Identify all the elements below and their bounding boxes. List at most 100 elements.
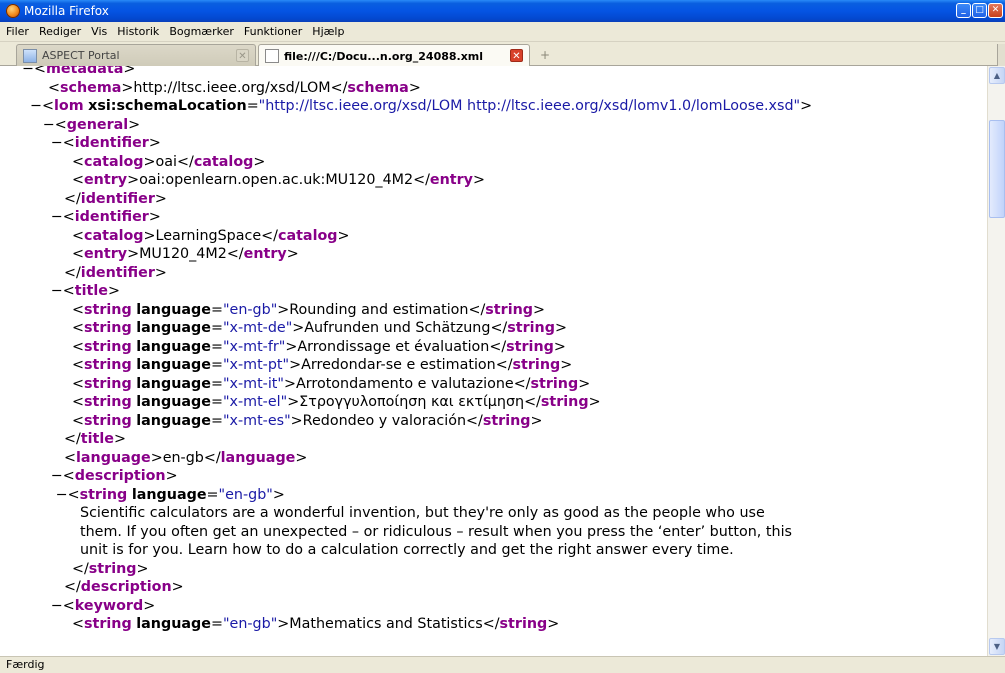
menu-hjaelp[interactable]: Hjælp: [307, 25, 349, 38]
scroll-thumb[interactable]: [989, 120, 1005, 218]
xml-text: http://ltsc.ieee.org/xsd/LOM: [133, 79, 331, 96]
close-window-button[interactable]: ✕: [988, 3, 1003, 18]
xml-line: −<identifier>: [50, 209, 161, 225]
xml-tag-name: catalog: [83, 227, 144, 244]
xml-tag-name: string: [512, 357, 561, 373]
vertical-scrollbar[interactable]: ▲ ▼: [987, 66, 1005, 656]
xml-tag-name: catalog: [277, 227, 338, 244]
xml-line: <schema>http://ltsc.ieee.org/xsd/LOM</sc…: [48, 79, 421, 96]
xml-text: Redondeo y valoración: [302, 412, 467, 429]
xml-tag-name: description: [74, 468, 166, 484]
xml-attribute-name: language: [136, 338, 211, 355]
xml-line: −<metadata>: [22, 66, 135, 78]
menu-funktioner[interactable]: Funktioner: [239, 25, 307, 38]
xml-line: <string language="x-mt-fr">Arrondissage …: [72, 338, 566, 355]
xml-line: <entry>oai:openlearn.open.ac.uk:MU120_4M…: [72, 172, 485, 188]
minimize-button[interactable]: _: [956, 3, 971, 18]
scroll-down-icon[interactable]: ▼: [989, 638, 1005, 655]
xml-text: Mathematics and Statistics: [289, 616, 483, 632]
collapse-toggle-icon[interactable]: −: [51, 209, 63, 225]
menu-filer[interactable]: Filer: [0, 25, 34, 38]
xml-tag-name: string: [507, 320, 555, 336]
xml-attribute-value: "x-mt-de": [222, 320, 293, 336]
xml-tag-name: string: [83, 412, 132, 429]
xml-line: Scientific calculators are a wonderful i…: [80, 504, 765, 522]
xml-line: <language>en-gb</language>: [64, 449, 308, 466]
xml-text: Scientific calculators are a wonderful i…: [80, 505, 765, 521]
xml-line: <catalog>LearningSpace</catalog>: [72, 227, 350, 244]
xml-text: Arredondar-se e estimation: [301, 357, 496, 373]
xml-tag-name: string: [83, 616, 132, 632]
xml-line: <string language="en-gb">Rounding and es…: [72, 301, 545, 318]
xml-attribute-name: language: [136, 375, 211, 392]
collapse-toggle-icon[interactable]: −: [56, 487, 68, 503]
xml-text: oai: [155, 153, 178, 170]
collapse-toggle-icon[interactable]: −: [22, 66, 34, 77]
tab-scroll-right-button[interactable]: [997, 44, 1005, 66]
tab-strip: ASPECT Portal ✕ file:///C:/Docu...n.org_…: [0, 42, 1005, 67]
xml-line: </identifier>: [64, 190, 167, 207]
maximize-button[interactable]: □: [972, 3, 987, 18]
menu-rediger[interactable]: Rediger: [34, 25, 86, 38]
xml-tag-name: catalog: [193, 153, 254, 170]
collapse-toggle-icon[interactable]: −: [51, 135, 63, 151]
close-tab-icon[interactable]: ✕: [510, 49, 523, 62]
xml-line: </description>: [64, 579, 184, 595]
collapse-toggle-icon[interactable]: −: [51, 598, 63, 614]
xml-tag-name: string: [485, 301, 534, 318]
xml-tag-name: language: [220, 449, 296, 466]
collapse-toggle-icon[interactable]: −: [51, 468, 63, 484]
scroll-up-icon[interactable]: ▲: [989, 67, 1005, 84]
window-controls: _ □ ✕: [956, 3, 1003, 18]
xml-tag-name: description: [80, 579, 172, 595]
xml-text: Arrotondamento e valutazione: [295, 375, 514, 392]
xml-tag-name: string: [530, 375, 579, 392]
menu-bogmaerker[interactable]: Bogmærker: [164, 25, 239, 38]
tab-xml-file[interactable]: file:///C:/Docu...n.org_24088.xml ✕: [258, 44, 530, 67]
xml-line: </string>: [72, 560, 149, 577]
xml-tag-name: language: [75, 449, 151, 466]
xml-tag-name: string: [540, 394, 589, 410]
xml-attribute-name: language: [136, 412, 211, 429]
xml-text: Aufrunden und Schätzung: [304, 320, 491, 336]
collapse-toggle-icon[interactable]: −: [51, 283, 63, 299]
xml-line: −<title>: [50, 283, 120, 299]
xml-tag-name: string: [88, 560, 137, 577]
xml-attribute-value: "x-mt-es": [222, 412, 291, 429]
xml-line: −<general>: [42, 116, 141, 133]
xml-line: unit is for you. Learn how to do a calcu…: [80, 541, 734, 559]
collapse-toggle-icon[interactable]: −: [43, 117, 55, 133]
xml-line: −<keyword>: [50, 597, 156, 614]
xml-text: MU120_4M2: [139, 246, 227, 262]
new-tab-button[interactable]: +: [534, 46, 556, 64]
xml-tag-name: schema: [347, 79, 409, 96]
xml-line: −<description>: [50, 468, 178, 484]
xml-attribute-name: xsi:schemaLocation: [88, 98, 247, 114]
xml-attribute-value: "x-mt-pt": [222, 357, 290, 373]
xml-tag-name: entry: [429, 172, 474, 188]
tab-aspect-portal[interactable]: ASPECT Portal ✕: [16, 44, 256, 66]
collapse-toggle-icon[interactable]: −: [30, 98, 42, 114]
menu-vis[interactable]: Vis: [86, 25, 112, 38]
close-tab-icon[interactable]: ✕: [236, 49, 249, 62]
xml-text: Rounding and estimation: [289, 301, 469, 318]
xml-tag-name: keyword: [74, 597, 144, 614]
status-bar: Færdig: [0, 656, 1005, 673]
xml-tag-name: title: [74, 283, 108, 299]
xml-tag-name: identifier: [74, 135, 149, 151]
xml-line: <string language="x-mt-es">Redondeo y va…: [72, 412, 543, 429]
xml-text: unit is for you. Learn how to do a calcu…: [80, 542, 734, 558]
xml-tag-name: lom: [53, 98, 84, 114]
xml-line: them. If you often get an unexpected – o…: [80, 523, 792, 541]
xml-line: </identifier>: [64, 264, 167, 281]
xml-tag-name: identifier: [74, 209, 149, 225]
menu-historik[interactable]: Historik: [112, 25, 164, 38]
xml-attribute-value: "http://ltsc.ieee.org/xsd/LOM http://lts…: [258, 98, 801, 114]
xml-attribute-name: language: [136, 616, 211, 632]
xml-line: <string language="x-mt-el">Στρογγυλοποίη…: [72, 394, 601, 410]
xml-attribute-name: language: [136, 357, 211, 373]
firefox-icon: [6, 4, 20, 18]
menu-bar: Filer Rediger Vis Historik Bogmærker Fun…: [0, 22, 1005, 42]
xml-attribute-value: "en-gb": [218, 486, 273, 503]
xml-attribute-value: "x-mt-fr": [222, 338, 286, 355]
